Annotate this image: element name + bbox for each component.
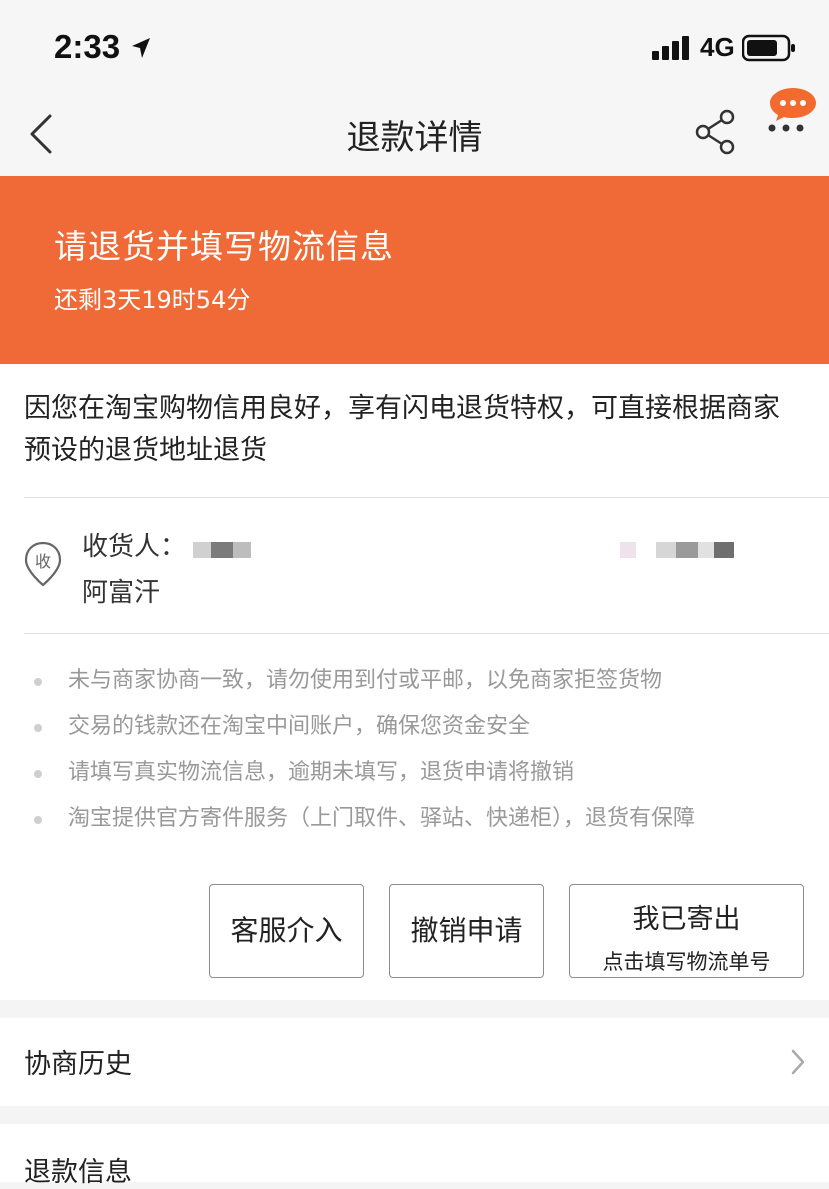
- countdown-text: 还剩3天19时54分: [54, 286, 251, 314]
- receiver-name: 阿富汗: [82, 578, 161, 608]
- more-icon: [768, 124, 804, 132]
- share-icon[interactable]: [694, 108, 738, 156]
- history-label: 协商历史: [24, 1049, 132, 1080]
- customer-service-button[interactable]: 客服介入: [209, 884, 364, 978]
- negotiation-history-row[interactable]: 协商历史: [0, 1018, 829, 1106]
- tip-item: 交易的钱款还在淘宝中间账户，确保您资金安全: [34, 704, 695, 750]
- tip-item: 未与商家协商一致，请勿使用到付或平邮，以免商家拒签货物: [34, 658, 695, 704]
- message-bubble-icon: [770, 88, 816, 121]
- return-info-card: 因您在淘宝购物信用良好，享有闪电退货特权，可直接根据商家预设的退货地址退货 收 …: [0, 364, 829, 1000]
- battery-icon: [742, 34, 795, 62]
- receive-icon-char: 收: [35, 552, 51, 571]
- status-bar: 2:33 4G: [0, 0, 829, 96]
- shipped-button-title: 我已寄出: [632, 904, 741, 935]
- signal-icon: [652, 36, 689, 60]
- receive-icon: 收: [24, 541, 62, 587]
- cancel-request-button[interactable]: 撤销申请: [389, 884, 544, 978]
- refund-status-banner: 请退货并填写物流信息 还剩3天19时54分: [0, 176, 829, 364]
- network-type: 4G: [700, 32, 735, 62]
- tip-item: 淘宝提供官方寄件服务（上门取件、驿站、快递柜），退货有保障: [34, 796, 695, 842]
- refund-info-label: 退款信息: [24, 1157, 132, 1188]
- tips-list: 未与商家协商一致，请勿使用到付或平邮，以免商家拒签货物 交易的钱款还在淘宝中间账…: [34, 658, 695, 842]
- tip-item: 请填写真实物流信息，逾期未填写，退货申请将撤销: [34, 750, 695, 796]
- shipped-button[interactable]: 我已寄出 点击填写物流单号: [569, 884, 804, 978]
- nav-bar: 退款详情: [0, 88, 829, 176]
- shipped-button-subtitle: 点击填写物流单号: [602, 950, 771, 974]
- chevron-right-icon: [791, 1049, 805, 1075]
- privilege-notice: 因您在淘宝购物信用良好，享有闪电退货特权，可直接根据商家预设的退货地址退货: [24, 393, 780, 466]
- divider: [24, 497, 829, 498]
- refund-info-row: 退款信息: [0, 1124, 829, 1188]
- banner-title: 请退货并填写物流信息: [54, 227, 394, 266]
- status-time: 2:33: [54, 28, 121, 65]
- receiver-label: 收货人：: [82, 532, 187, 562]
- divider: [24, 633, 829, 634]
- location-arrow-icon: [132, 38, 150, 58]
- more-menu-button[interactable]: [764, 84, 820, 140]
